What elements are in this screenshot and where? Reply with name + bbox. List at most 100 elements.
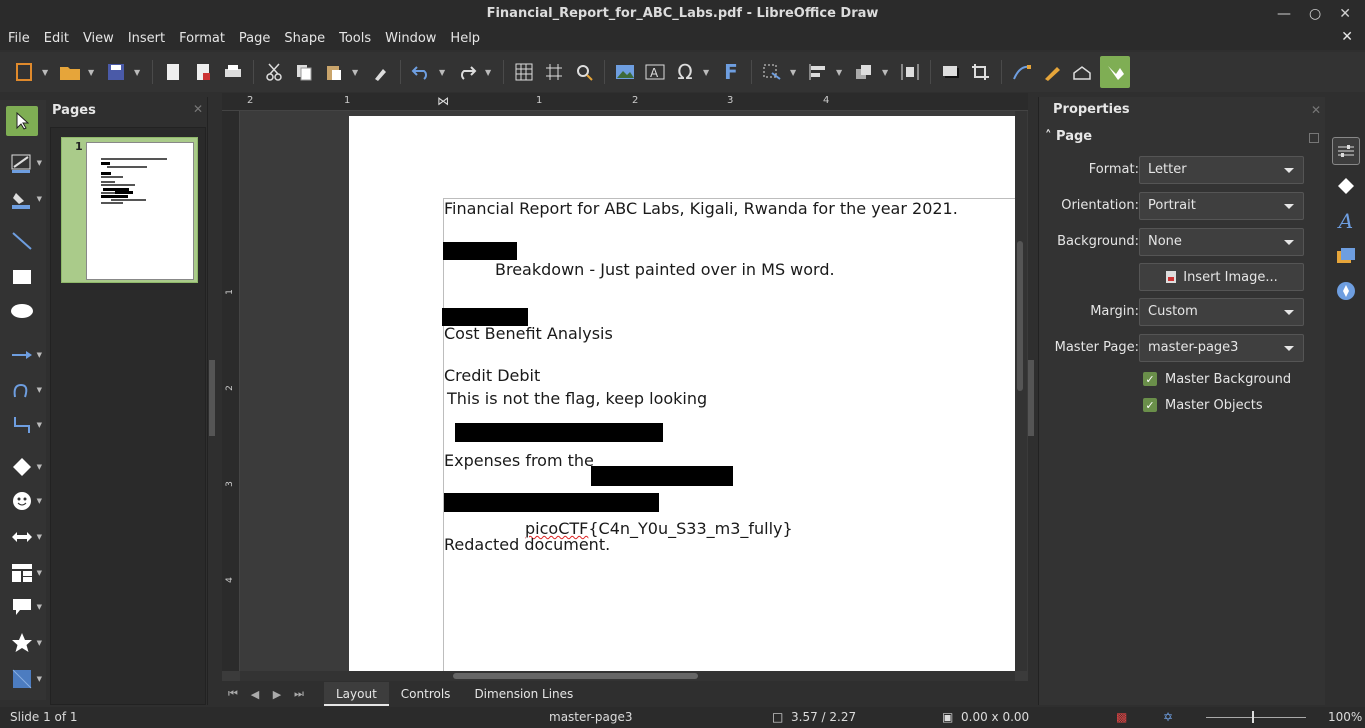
margin-dropdown[interactable]: Custom [1139, 298, 1304, 326]
doc-redacted-text[interactable]: Redacted document. [444, 535, 610, 554]
doc-expenses-text[interactable]: Expenses from the [444, 451, 594, 470]
toggle-extrusion-icon[interactable] [1070, 60, 1094, 84]
last-tab-icon[interactable]: ⏭ [288, 687, 310, 701]
undo-icon[interactable] [409, 60, 433, 84]
transformations-icon[interactable] [760, 60, 784, 84]
copy-icon[interactable] [292, 60, 316, 84]
flowchart-icon[interactable]: ▼ [6, 558, 42, 588]
doc-credit-debit-text[interactable]: Credit Debit [444, 366, 540, 385]
paste-dropdown-icon[interactable]: ▼ [352, 68, 360, 77]
redaction-box[interactable] [444, 493, 659, 512]
ellipse-tool-icon[interactable] [6, 296, 38, 326]
redo-dropdown-icon[interactable]: ▼ [485, 68, 493, 77]
fontwork-icon[interactable]: F [719, 60, 743, 84]
open-dropdown-icon[interactable]: ▼ [88, 68, 96, 77]
export-pdf-icon[interactable] [191, 60, 215, 84]
paste-icon[interactable] [322, 60, 346, 84]
zoom-pan-icon[interactable] [572, 60, 596, 84]
basic-shapes-icon[interactable]: ▼ [6, 452, 42, 482]
helplines-icon[interactable] [542, 60, 566, 84]
page-thumbnail-1[interactable]: 1 [61, 137, 198, 283]
special-character-icon[interactable]: Ω [673, 60, 697, 84]
menu-page[interactable]: Page [239, 31, 270, 46]
align-dropdown-icon[interactable]: ▼ [836, 68, 844, 77]
left-panel-splitter[interactable] [209, 360, 215, 436]
insert-textbox-icon[interactable]: A [643, 60, 667, 84]
distribute-icon[interactable] [898, 60, 922, 84]
menu-edit[interactable]: Edit [44, 31, 69, 46]
rectangle-tool-icon[interactable] [6, 262, 38, 292]
align-objects-icon[interactable] [806, 60, 830, 84]
document-page[interactable]: Financial Report for ABC Labs, Kigali, R… [349, 116, 1015, 671]
right-panel-splitter[interactable] [1028, 360, 1034, 436]
insert-image-icon[interactable] [613, 60, 637, 84]
page-section-header[interactable]: ˄ Page [1045, 129, 1092, 144]
doc-not-flag-text[interactable]: This is not the flag, keep looking [447, 389, 707, 408]
menu-help[interactable]: Help [450, 31, 480, 46]
grid-icon[interactable] [512, 60, 536, 84]
transform-dropdown-icon[interactable]: ▼ [790, 68, 798, 77]
crop-icon[interactable] [969, 60, 993, 84]
line-tool-icon[interactable] [6, 226, 38, 256]
3d-objects-icon[interactable]: ▼ [6, 664, 42, 694]
connectors-icon[interactable]: ▼ [6, 410, 42, 440]
menu-tools[interactable]: Tools [339, 31, 371, 46]
close-properties-icon[interactable]: ✕ [1311, 103, 1321, 117]
orientation-dropdown[interactable]: Portrait [1139, 192, 1304, 220]
vertical-ruler[interactable]: 1 2 3 4 [222, 111, 240, 671]
special-char-dropdown-icon[interactable]: ▼ [703, 68, 711, 77]
vertical-scrollbar[interactable] [1015, 111, 1027, 671]
menu-window[interactable]: Window [385, 31, 436, 46]
close-window-icon[interactable]: ✕ [1339, 6, 1351, 22]
close-pages-panel-icon[interactable]: ✕ [193, 102, 203, 116]
restore-icon[interactable]: ○ [1309, 6, 1321, 22]
arrange-dropdown-icon[interactable]: ▼ [882, 68, 890, 77]
new-document-icon[interactable] [12, 60, 36, 84]
properties-deck-icon[interactable] [1332, 137, 1360, 165]
doc-title-text[interactable]: Financial Report for ABC Labs, Kigali, R… [444, 199, 958, 218]
master-page-dropdown[interactable]: master-page3 [1139, 334, 1304, 362]
redaction-box[interactable] [591, 466, 733, 486]
menu-shape[interactable]: Shape [284, 31, 325, 46]
tab-dimension-lines[interactable]: Dimension Lines [462, 682, 585, 706]
horizontal-scroll-thumb[interactable] [453, 673, 698, 679]
shapes-deck-icon[interactable] [1332, 172, 1360, 200]
horizontal-ruler[interactable]: 2 1 ⋈ 1 2 3 4 [222, 93, 1028, 111]
save-dropdown-icon[interactable]: ▼ [134, 68, 142, 77]
callouts-icon[interactable]: ▼ [6, 592, 42, 622]
close-document-icon[interactable]: ✕ [1341, 29, 1353, 45]
print-icon[interactable] [221, 60, 245, 84]
vertical-scroll-thumb[interactable] [1017, 241, 1023, 391]
undo-dropdown-icon[interactable]: ▼ [439, 68, 447, 77]
more-options-icon[interactable] [1309, 133, 1319, 143]
show-draw-functions-icon[interactable] [1100, 56, 1130, 88]
clone-formatting-icon[interactable] [368, 60, 392, 84]
redo-icon[interactable] [455, 60, 479, 84]
line-color-icon[interactable]: ▼ [6, 148, 42, 178]
menu-view[interactable]: View [83, 31, 114, 46]
master-background-checkbox[interactable]: ✓ Master Background [1143, 370, 1291, 388]
shadow-icon[interactable] [939, 60, 963, 84]
curves-icon[interactable]: ▼ [6, 375, 42, 405]
menu-format[interactable]: Format [179, 31, 225, 46]
points-icon[interactable] [1010, 60, 1034, 84]
menu-file[interactable]: File [8, 31, 30, 46]
select-tool-icon[interactable] [6, 106, 38, 136]
insert-image-button[interactable]: Insert Image... [1139, 263, 1304, 291]
stars-icon[interactable]: ▼ [6, 628, 42, 658]
master-objects-checkbox[interactable]: ✓ Master Objects [1143, 396, 1263, 414]
styles-deck-icon[interactable]: A [1332, 207, 1360, 235]
navigator-deck-icon[interactable] [1332, 277, 1360, 305]
open-folder-icon[interactable] [58, 60, 82, 84]
redaction-box[interactable] [455, 423, 663, 442]
horizontal-scrollbar[interactable] [240, 671, 1015, 681]
previous-tab-icon[interactable]: ◀ [244, 688, 266, 701]
background-dropdown[interactable]: None [1139, 228, 1304, 256]
zoom-slider-handle[interactable] [1252, 711, 1254, 723]
new-dropdown-icon[interactable]: ▼ [42, 68, 50, 77]
first-tab-icon[interactable]: ⏮ [222, 687, 244, 701]
doc-breakdown-text[interactable]: Breakdown - Just painted over in MS word… [495, 260, 835, 279]
tab-layout[interactable]: Layout [324, 682, 389, 706]
zoom-slider[interactable] [1206, 717, 1306, 718]
block-arrows-icon[interactable]: ▼ [6, 522, 42, 552]
